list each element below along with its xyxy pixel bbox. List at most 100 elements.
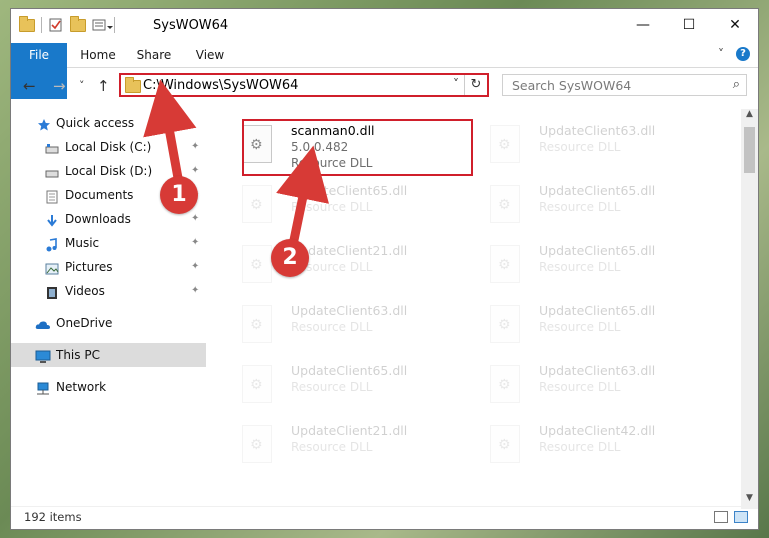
sidebar-item-this-pc[interactable]: This PC <box>11 343 206 367</box>
file-item[interactable]: UpdateClient42.dll Resource DLL <box>478 421 718 477</box>
dll-file-icon <box>242 305 272 343</box>
file-type: Resource DLL <box>291 320 373 334</box>
sidebar-item-quick-access[interactable]: Quick access <box>11 111 206 135</box>
sidebar-item-local-disk-c[interactable]: Local Disk (C:) ✦ <box>11 135 206 159</box>
pin-icon[interactable]: ✦ <box>191 135 199 159</box>
file-name: UpdateClient65.dll <box>539 243 656 258</box>
dll-file-icon <box>490 245 520 283</box>
ribbon-right-controls: ˅ ? <box>718 47 750 61</box>
file-name: UpdateClient65.dll <box>539 183 656 198</box>
close-button[interactable]: ✕ <box>712 9 758 41</box>
pin-icon[interactable]: ✦ <box>191 159 199 183</box>
file-item[interactable]: UpdateClient65.dll Resource DLL <box>230 361 470 417</box>
toolbar-separator <box>114 17 115 33</box>
properties-icon[interactable] <box>48 17 64 33</box>
sidebar-item-label: Local Disk (D:) <box>65 164 153 178</box>
dll-file-icon <box>242 365 272 403</box>
tiles-view-icon[interactable] <box>734 511 748 523</box>
file-name: UpdateClient21.dll <box>291 423 408 438</box>
view-switcher <box>714 511 748 523</box>
vertical-scrollbar[interactable]: ▲ ▼ <box>741 109 758 509</box>
new-folder-icon[interactable] <box>70 15 86 32</box>
status-bar: 192 items <box>11 506 758 529</box>
file-list: scanman0.dll 5.0.0.482 Resource DLL Upda… <box>216 109 736 509</box>
address-bar[interactable]: C:\Windows\SysWOW64 ˅ ↻ <box>119 73 489 97</box>
dll-file-icon <box>242 185 272 223</box>
dll-file-icon <box>490 185 520 223</box>
sidebar-item-videos[interactable]: Videos ✦ <box>11 279 206 303</box>
address-path[interactable]: C:\Windows\SysWOW64 <box>143 78 298 93</box>
sidebar-item-label: Pictures <box>65 260 113 274</box>
navigation-bar: ← → ˅ ↑ C:\Windows\SysWOW64 ˅ ↻ Search S… <box>11 69 758 103</box>
sidebar-item-label: Documents <box>65 188 134 202</box>
expand-ribbon-icon[interactable]: ˅ <box>718 47 724 61</box>
sidebar-item-music[interactable]: Music ✦ <box>11 231 206 255</box>
sidebar-item-pictures[interactable]: Pictures ✦ <box>11 255 206 279</box>
tab-home[interactable]: Home <box>73 43 123 67</box>
file-item[interactable]: UpdateClient63.dll Resource DLL <box>478 361 718 417</box>
search-placeholder: Search SysWOW64 <box>512 78 632 93</box>
sidebar-item-label: Network <box>56 380 107 394</box>
star-icon <box>37 116 51 131</box>
folder-icon[interactable] <box>19 15 35 32</box>
sidebar-item-label: Downloads <box>65 212 131 226</box>
file-item[interactable]: UpdateClient21.dll Resource DLL <box>230 241 470 297</box>
toolbar-separator <box>41 17 42 33</box>
file-item[interactable]: UpdateClient63.dll Resource DLL <box>230 301 470 357</box>
sidebar-item-label: OneDrive <box>56 316 113 330</box>
details-view-icon[interactable] <box>714 511 728 523</box>
scroll-up-icon[interactable]: ▲ <box>741 109 758 125</box>
callout-1: 1 <box>160 176 198 214</box>
search-icon[interactable]: ⌕ <box>733 77 740 92</box>
sidebar-item-label: Quick access <box>56 116 135 130</box>
recent-locations-button[interactable]: ˅ <box>79 79 85 92</box>
file-item[interactable]: UpdateClient65.dll Resource DLL <box>230 181 470 237</box>
pin-icon[interactable]: ✦ <box>191 231 199 255</box>
file-item[interactable]: UpdateClient65.dll Resource DLL <box>478 301 718 357</box>
navigation-pane: Quick access Local Disk (C:) ✦ Local Dis… <box>11 109 206 509</box>
forward-button[interactable]: → <box>53 77 66 95</box>
file-highlight-box <box>242 119 473 176</box>
sidebar-item-network[interactable]: Network <box>11 375 206 399</box>
file-item[interactable]: UpdateClient21.dll Resource DLL <box>230 421 470 477</box>
minimize-button[interactable]: — <box>620 9 666 41</box>
title-bar: SysWOW64 — ☐ ✕ <box>11 9 758 43</box>
item-count: 192 items <box>24 510 82 524</box>
tab-view[interactable]: View <box>185 43 235 67</box>
file-type: Resource DLL <box>539 440 621 454</box>
file-type: Resource DLL <box>539 380 621 394</box>
scroll-thumb[interactable] <box>744 127 755 173</box>
file-type: Resource DLL <box>539 140 621 154</box>
file-item[interactable]: UpdateClient65.dll Resource DLL <box>478 181 718 237</box>
pin-icon[interactable]: ✦ <box>191 207 199 231</box>
pin-icon[interactable]: ✦ <box>191 255 199 279</box>
file-type: Resource DLL <box>539 320 621 334</box>
maximize-button[interactable]: ☐ <box>666 9 712 41</box>
file-name: UpdateClient65.dll <box>291 363 408 378</box>
callout-2: 2 <box>271 239 309 277</box>
address-dropdown-icon[interactable]: ˅ <box>453 77 459 91</box>
help-icon[interactable]: ? <box>736 47 750 61</box>
file-item[interactable]: UpdateClient65.dll Resource DLL <box>478 241 718 297</box>
pin-icon[interactable]: ✦ <box>191 279 199 303</box>
file-name: UpdateClient65.dll <box>291 183 408 198</box>
refresh-button[interactable]: ↻ <box>464 75 487 95</box>
dll-file-icon <box>490 425 520 463</box>
network-icon <box>35 380 49 395</box>
videos-icon <box>45 284 59 299</box>
file-name: UpdateClient65.dll <box>539 303 656 318</box>
search-box[interactable]: Search SysWOW64 ⌕ <box>502 74 747 96</box>
back-button[interactable]: ← <box>23 77 36 95</box>
file-type: Resource DLL <box>291 380 373 394</box>
file-item[interactable]: UpdateClient63.dll Resource DLL <box>478 121 718 177</box>
customize-toolbar-icon[interactable] <box>92 17 113 33</box>
pc-icon <box>35 348 51 363</box>
up-button[interactable]: ↑ <box>97 77 110 95</box>
file-name: UpdateClient63.dll <box>291 303 408 318</box>
sidebar-item-onedrive[interactable]: OneDrive <box>11 311 206 335</box>
downloads-icon <box>45 212 59 227</box>
file-type: Resource DLL <box>291 200 373 214</box>
drive-icon <box>45 164 59 178</box>
file-name: UpdateClient63.dll <box>539 363 656 378</box>
tab-share[interactable]: Share <box>129 43 179 67</box>
